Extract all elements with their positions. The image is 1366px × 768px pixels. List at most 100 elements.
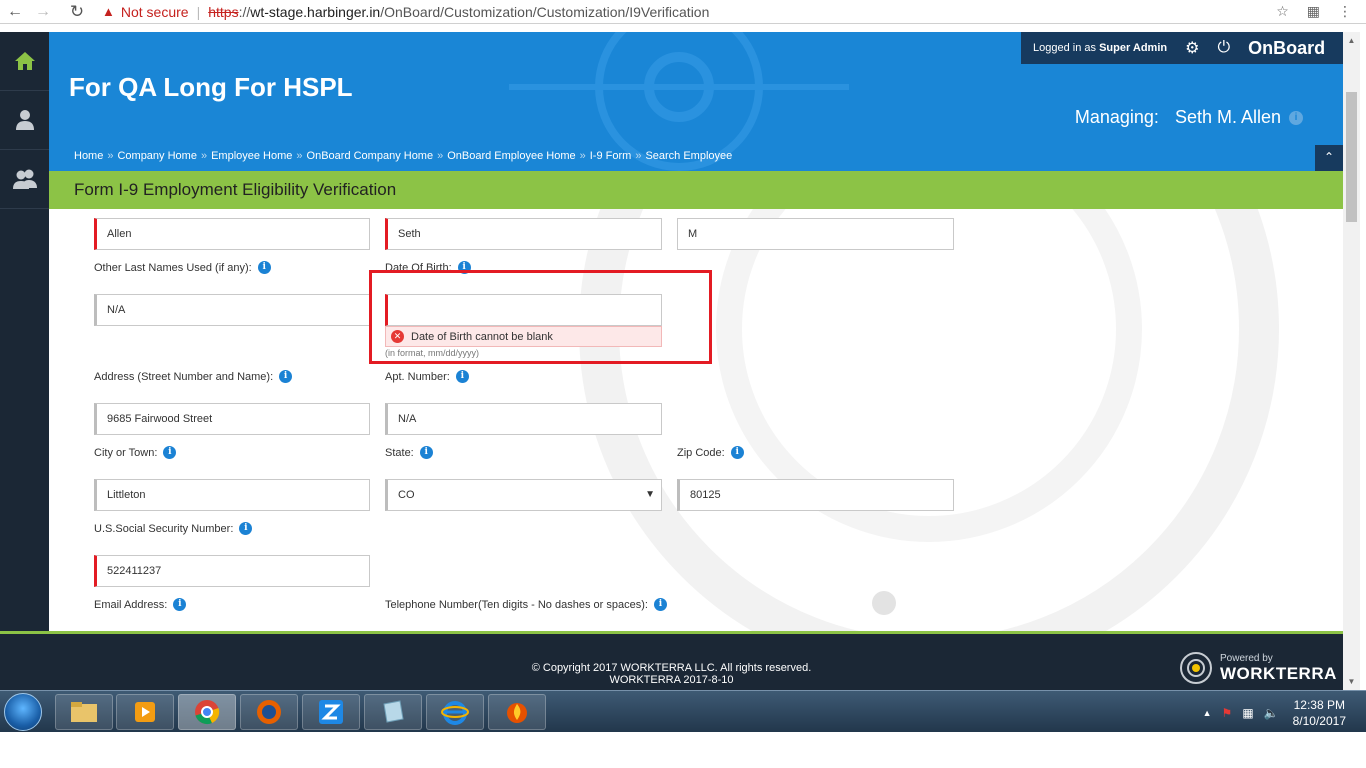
clock[interactable]: 12:38 PM 8/10/2017: [1293, 697, 1346, 729]
ssn-field[interactable]: 522411237: [94, 555, 370, 587]
breadcrumb-onboard-employee-home[interactable]: OnBoard Employee Home: [447, 150, 575, 162]
action-center-icon[interactable]: ⚑: [1222, 706, 1233, 720]
nav-employee[interactable]: [0, 91, 49, 150]
menu-icon[interactable]: ⋮: [1338, 3, 1352, 20]
info-icon[interactable]: i: [455, 370, 469, 383]
other-names-field[interactable]: N/A: [94, 294, 370, 326]
taskbar-chrome[interactable]: [178, 694, 236, 730]
taskbar-explorer[interactable]: [55, 694, 113, 730]
managing-label: Managing:: [1074, 107, 1159, 127]
info-icon[interactable]: i: [257, 261, 271, 274]
start-button[interactable]: [4, 693, 42, 731]
workterra-logo-icon: [1180, 652, 1212, 684]
nav-home[interactable]: [0, 32, 49, 91]
taskbar-notes[interactable]: [364, 694, 422, 730]
powered-by: Powered by WORKTERRA: [1178, 650, 1337, 686]
url-scheme-separator: ://: [238, 3, 251, 20]
collapse-header-button[interactable]: ⌃: [1315, 145, 1343, 171]
apt-label: Apt. Number: i: [385, 370, 469, 383]
network-icon[interactable]: ▦: [1242, 706, 1253, 720]
forward-icon[interactable]: →: [32, 3, 54, 21]
back-icon[interactable]: ←: [4, 3, 26, 21]
error-highlight-box: [369, 270, 712, 364]
breadcrumb: Home» Company Home» Employee Home» OnBoa…: [74, 150, 733, 162]
state-select[interactable]: CO ▼: [385, 479, 662, 511]
breadcrumb-company-home[interactable]: Company Home: [117, 150, 196, 162]
gear-icon[interactable]: ⚙: [1185, 38, 1199, 58]
media-player-icon: [135, 702, 155, 722]
info-icon[interactable]: i: [163, 446, 177, 459]
breadcrumb-search-employee[interactable]: Search Employee: [645, 150, 732, 162]
managing-name: Seth M. Allen: [1174, 107, 1281, 127]
info-icon[interactable]: i: [279, 370, 293, 383]
taskbar-zoom-app[interactable]: [302, 694, 360, 730]
security-label: Not secure: [120, 3, 189, 20]
power-icon[interactable]: ⏻: [1217, 39, 1230, 57]
breadcrumb-home[interactable]: Home: [74, 150, 103, 162]
volume-icon[interactable]: 🔈: [1264, 706, 1279, 720]
folder-icon: [71, 702, 97, 722]
first-name-field[interactable]: Seth: [385, 218, 662, 250]
info-icon[interactable]: i: [419, 446, 433, 459]
page-scrollbar[interactable]: ▲ ▼: [1343, 32, 1360, 690]
tray-expand-icon[interactable]: ▲: [1203, 708, 1212, 718]
extension-icon[interactable]: ▦: [1307, 3, 1320, 20]
reload-icon[interactable]: ↻: [66, 2, 88, 22]
system-tray: ▲ ⚑ ▦ 🔈 12:38 PM 8/10/2017: [1203, 697, 1346, 729]
managing-info-icon[interactable]: i: [1289, 110, 1303, 125]
browser-actions: ☆ ▦ ⋮: [1276, 3, 1352, 20]
scroll-down-icon[interactable]: ▼: [1343, 673, 1360, 690]
phone-label: Telephone Number(Ten digits - No dashes …: [385, 598, 667, 611]
logged-in-text: Logged in as Super Admin: [1033, 42, 1168, 54]
address-field[interactable]: 9685 Fairwood Street: [94, 403, 370, 435]
dropdown-arrow-icon: ▼: [645, 489, 655, 500]
taskbar-media-player[interactable]: [116, 694, 174, 730]
app-name: OnBoard: [1248, 37, 1326, 58]
breadcrumb-employee-home[interactable]: Employee Home: [211, 150, 292, 162]
company-name: For QA Long For HSPL: [69, 72, 353, 102]
info-icon[interactable]: i: [239, 522, 253, 535]
chrome-icon: [195, 700, 220, 725]
scroll-up-icon[interactable]: ▲: [1343, 32, 1360, 49]
breadcrumb-i9-form[interactable]: I-9 Form: [590, 150, 632, 162]
url-path: /OnBoard/Customization/Customization/I9V…: [380, 3, 710, 20]
form-area: Allen Seth M Other Last Names Used (if a…: [49, 209, 1343, 631]
clock-time: 12:38 PM: [1293, 698, 1345, 712]
home-icon: [14, 52, 35, 70]
warning-icon: ▲: [102, 4, 115, 19]
taskbar-burner[interactable]: [488, 694, 546, 730]
apt-field[interactable]: N/A: [385, 403, 662, 435]
address-label: Address (Street Number and Name): i: [94, 370, 293, 383]
ssn-label: U.S.Social Security Number: i: [94, 522, 253, 535]
info-icon[interactable]: i: [173, 598, 187, 611]
state-label: State: i: [385, 446, 433, 459]
city-field[interactable]: Littleton: [94, 479, 370, 511]
middle-initial-field[interactable]: M: [677, 218, 954, 250]
last-name-field[interactable]: Allen: [94, 218, 370, 250]
zip-field[interactable]: 80125: [677, 479, 954, 511]
page-footer: © Copyright 2017 WORKTERRA LLC. All righ…: [0, 631, 1343, 690]
state-select-value: CO: [398, 489, 415, 501]
clock-date: 8/10/2017: [1292, 714, 1346, 728]
browser-toolbar: ← → ↻ ▲ Not secure | https://wt-stage.ha…: [0, 0, 1366, 24]
taskbar-firefox[interactable]: [240, 694, 298, 730]
city-label: City or Town: i: [94, 446, 177, 459]
screen-bottom-margin: [0, 732, 1366, 768]
taskbar-ie[interactable]: [426, 694, 484, 730]
info-icon[interactable]: i: [653, 598, 667, 611]
nav-employees[interactable]: [0, 150, 49, 209]
form-title-bar: Form I-9 Employment Eligibility Verifica…: [49, 171, 1343, 209]
zip-label: Zip Code: i: [677, 446, 744, 459]
version-text: WORKTERRA 2017-8-10: [609, 674, 734, 686]
windows-taskbar: ▲ ⚑ ▦ 🔈 12:38 PM 8/10/2017: [0, 690, 1366, 732]
notes-icon: [383, 700, 404, 723]
url-field[interactable]: https://wt-stage.harbinger.in/OnBoard/Cu…: [208, 4, 709, 20]
info-icon[interactable]: i: [730, 446, 744, 459]
breadcrumb-onboard-company-home[interactable]: OnBoard Company Home: [307, 150, 434, 162]
z-app-icon: [319, 700, 343, 724]
bookmark-star-icon[interactable]: ☆: [1276, 3, 1289, 20]
scroll-thumb[interactable]: [1346, 92, 1357, 222]
powered-by-label: Powered by: [1220, 652, 1273, 664]
logged-in-user: Super Admin: [1099, 42, 1168, 54]
security-indicator[interactable]: ▲ Not secure: [102, 4, 189, 20]
